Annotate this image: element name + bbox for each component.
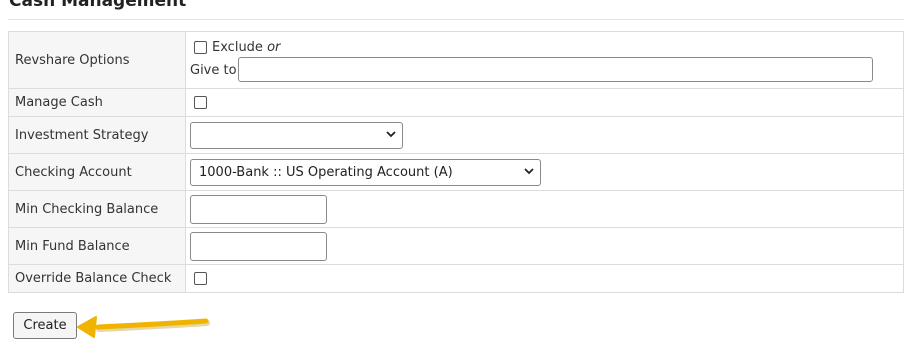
- min-checking-balance-field: [185, 190, 904, 228]
- manage-cash-checkbox[interactable]: [194, 96, 207, 109]
- give-to-input[interactable]: [238, 57, 873, 82]
- revshare-options-label: Revshare Options: [8, 31, 186, 89]
- investment-strategy-label: Investment Strategy: [8, 116, 186, 154]
- manage-cash-label: Manage Cash: [8, 88, 186, 117]
- form-row-min-fund-balance: Min Fund Balance: [8, 227, 904, 265]
- form-row-checking-account: Checking Account 1000-Bank :: US Operati…: [8, 153, 904, 191]
- section-title: Cash Management: [9, 0, 187, 11]
- cash-management-form: Revshare Options Exclude or Give to Mana…: [8, 31, 904, 293]
- checking-account-select[interactable]: 1000-Bank :: US Operating Account (A): [190, 158, 541, 186]
- override-balance-check-label: Override Balance Check: [8, 264, 186, 293]
- exclude-checkbox[interactable]: [194, 41, 207, 54]
- or-text: or: [267, 40, 281, 55]
- min-checking-balance-label: Min Checking Balance: [8, 190, 186, 228]
- arrow-annotation-icon: [77, 316, 210, 338]
- checking-account-field: 1000-Bank :: US Operating Account (A): [185, 153, 904, 191]
- revshare-options-field: Exclude or Give to: [185, 31, 904, 89]
- chevron-down-icon: [386, 130, 396, 137]
- form-row-revshare: Revshare Options Exclude or Give to: [8, 31, 904, 89]
- exclude-label: Exclude or: [212, 40, 280, 55]
- form-row-manage-cash: Manage Cash: [8, 88, 904, 117]
- checking-account-value: 1000-Bank :: US Operating Account (A): [199, 164, 453, 180]
- form-row-override-balance-check: Override Balance Check: [8, 264, 904, 293]
- min-checking-balance-input[interactable]: [190, 194, 327, 224]
- override-balance-check-field: [185, 264, 904, 293]
- min-fund-balance-label: Min Fund Balance: [8, 227, 186, 265]
- min-fund-balance-field: [185, 227, 904, 265]
- form-row-min-checking-balance: Min Checking Balance: [8, 190, 904, 228]
- title-divider: [8, 19, 904, 20]
- override-balance-check-checkbox[interactable]: [194, 272, 207, 285]
- min-fund-balance-input[interactable]: [190, 231, 327, 261]
- form-row-investment-strategy: Investment Strategy: [8, 116, 904, 154]
- investment-strategy-field: [185, 116, 904, 154]
- checking-account-label: Checking Account: [8, 153, 186, 191]
- manage-cash-field: [185, 88, 904, 117]
- investment-strategy-select[interactable]: [190, 121, 403, 149]
- exclude-text: Exclude: [212, 40, 263, 55]
- give-to-label: Give to: [190, 63, 237, 78]
- chevron-down-icon: [524, 167, 534, 174]
